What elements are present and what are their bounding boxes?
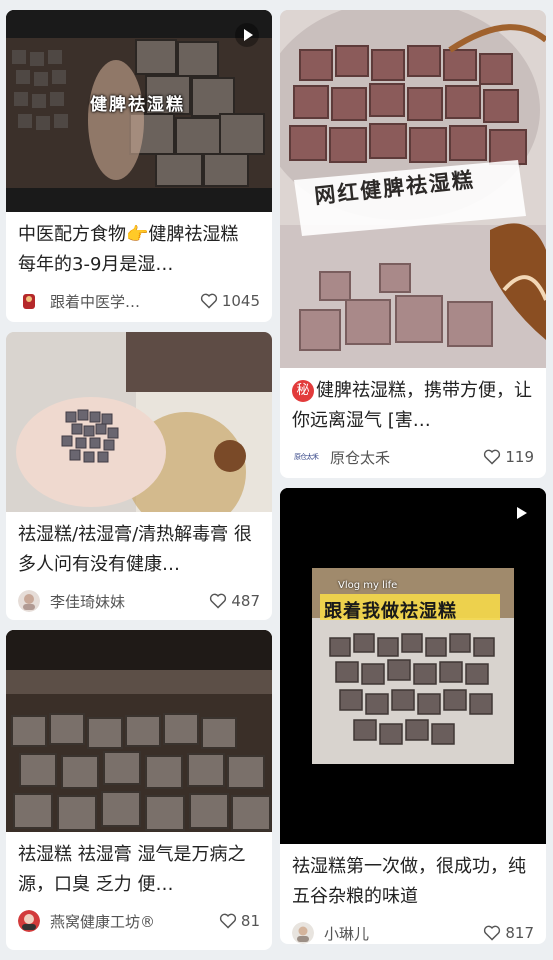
author-name[interactable]: 跟着中医学… xyxy=(50,291,200,312)
author-name[interactable]: 小琳儿 xyxy=(324,923,483,944)
feed-card[interactable]: 祛湿糕 祛湿膏 湿气是万病之源，口臭 乏力 便… 燕窝健康工坊® 81 xyxy=(6,630,272,950)
vlog-label: Vlog my life xyxy=(338,580,398,591)
card-thumbnail[interactable] xyxy=(6,630,272,832)
card-meta: 李佳琦妹妹 487 xyxy=(6,582,272,620)
card-title[interactable]: 中医配方食物👉健脾祛湿糕 每年的3-9月是湿… xyxy=(6,212,272,282)
card-thumbnail[interactable]: 健脾祛湿糕 xyxy=(6,10,272,212)
cake-photo-image xyxy=(280,488,546,844)
like-count: 81 xyxy=(240,912,260,930)
like-button[interactable]: 1045 xyxy=(200,292,260,310)
like-button[interactable]: 81 xyxy=(219,912,260,930)
avatar[interactable] xyxy=(18,590,40,612)
heart-icon xyxy=(200,293,217,309)
author-name[interactable]: 李佳琦妹妹 xyxy=(50,591,209,612)
cake-photo-image xyxy=(6,332,272,512)
feed-card[interactable]: Vlog my life 跟着我做祛湿糕 祛湿糕第一次做，很成功，纯五谷杂粮的味… xyxy=(280,488,546,944)
like-count: 119 xyxy=(505,448,534,466)
avatar[interactable] xyxy=(18,290,40,312)
heart-icon xyxy=(484,925,501,941)
feed-card[interactable]: 祛湿糕/祛湿膏/清热解毒膏 很多人问有没有健康… 李佳琦妹妹 487 xyxy=(6,332,272,620)
video-overlay-text: 跟着我做祛湿糕 xyxy=(324,601,457,622)
like-count: 1045 xyxy=(221,292,260,310)
heart-icon xyxy=(219,913,237,929)
feed-column-right: 网红健脾祛湿糕 秘健脾祛湿糕，携带方便，让你远离湿气 [害… 原仓太禾 原仓太禾… xyxy=(280,10,546,954)
like-button[interactable]: 487 xyxy=(209,592,260,610)
card-thumbnail[interactable] xyxy=(6,332,272,512)
avatar[interactable] xyxy=(18,910,40,932)
heart-icon xyxy=(210,593,227,609)
card-meta: 跟着中医学… 1045 xyxy=(6,282,272,320)
play-icon xyxy=(517,507,527,519)
feed-card[interactable]: 健脾祛湿糕 中医配方食物👉健脾祛湿糕 每年的3-9月是湿… 跟着中医学… 104… xyxy=(6,10,272,322)
card-title[interactable]: 祛湿糕第一次做，很成功，纯五谷杂粮的味道 xyxy=(280,844,546,914)
like-count: 817 xyxy=(505,924,534,942)
author-name[interactable]: 原仓太禾 xyxy=(330,447,483,468)
like-button[interactable]: 817 xyxy=(483,924,534,942)
feed-card[interactable]: 网红健脾祛湿糕 秘健脾祛湿糕，携带方便，让你远离湿气 [害… 原仓太禾 原仓太禾… xyxy=(280,10,546,478)
card-title[interactable]: 秘健脾祛湿糕，携带方便，让你远离湿气 [害… xyxy=(280,368,546,438)
avatar[interactable] xyxy=(292,922,314,944)
heart-icon xyxy=(484,449,501,465)
video-overlay-text: 健脾祛湿糕 xyxy=(90,95,185,115)
like-count: 487 xyxy=(231,592,260,610)
author-name[interactable]: 燕窝健康工坊® xyxy=(50,911,219,932)
avatar[interactable]: 原仓太禾 xyxy=(292,446,320,468)
card-thumbnail[interactable]: Vlog my life 跟着我做祛湿糕 xyxy=(280,488,546,844)
card-title[interactable]: 祛湿糕 祛湿膏 湿气是万病之源，口臭 乏力 便… xyxy=(6,832,272,902)
secret-badge-icon: 秘 xyxy=(292,380,314,402)
cake-photo-image xyxy=(6,630,272,832)
pointing-hand-icon: 👉 xyxy=(126,224,149,245)
card-title[interactable]: 祛湿糕/祛湿膏/清热解毒膏 很多人问有没有健康… xyxy=(6,512,272,582)
card-meta: 原仓太禾 原仓太禾 119 xyxy=(280,438,546,476)
card-meta: 燕窝健康工坊® 81 xyxy=(6,902,272,940)
feed-column-left: 健脾祛湿糕 中医配方食物👉健脾祛湿糕 每年的3-9月是湿… 跟着中医学… 104… xyxy=(6,10,272,960)
card-thumbnail[interactable]: 网红健脾祛湿糕 xyxy=(280,10,546,368)
card-meta: 小琳儿 817 xyxy=(280,914,546,944)
like-button[interactable]: 119 xyxy=(483,448,534,466)
play-icon xyxy=(235,23,259,47)
